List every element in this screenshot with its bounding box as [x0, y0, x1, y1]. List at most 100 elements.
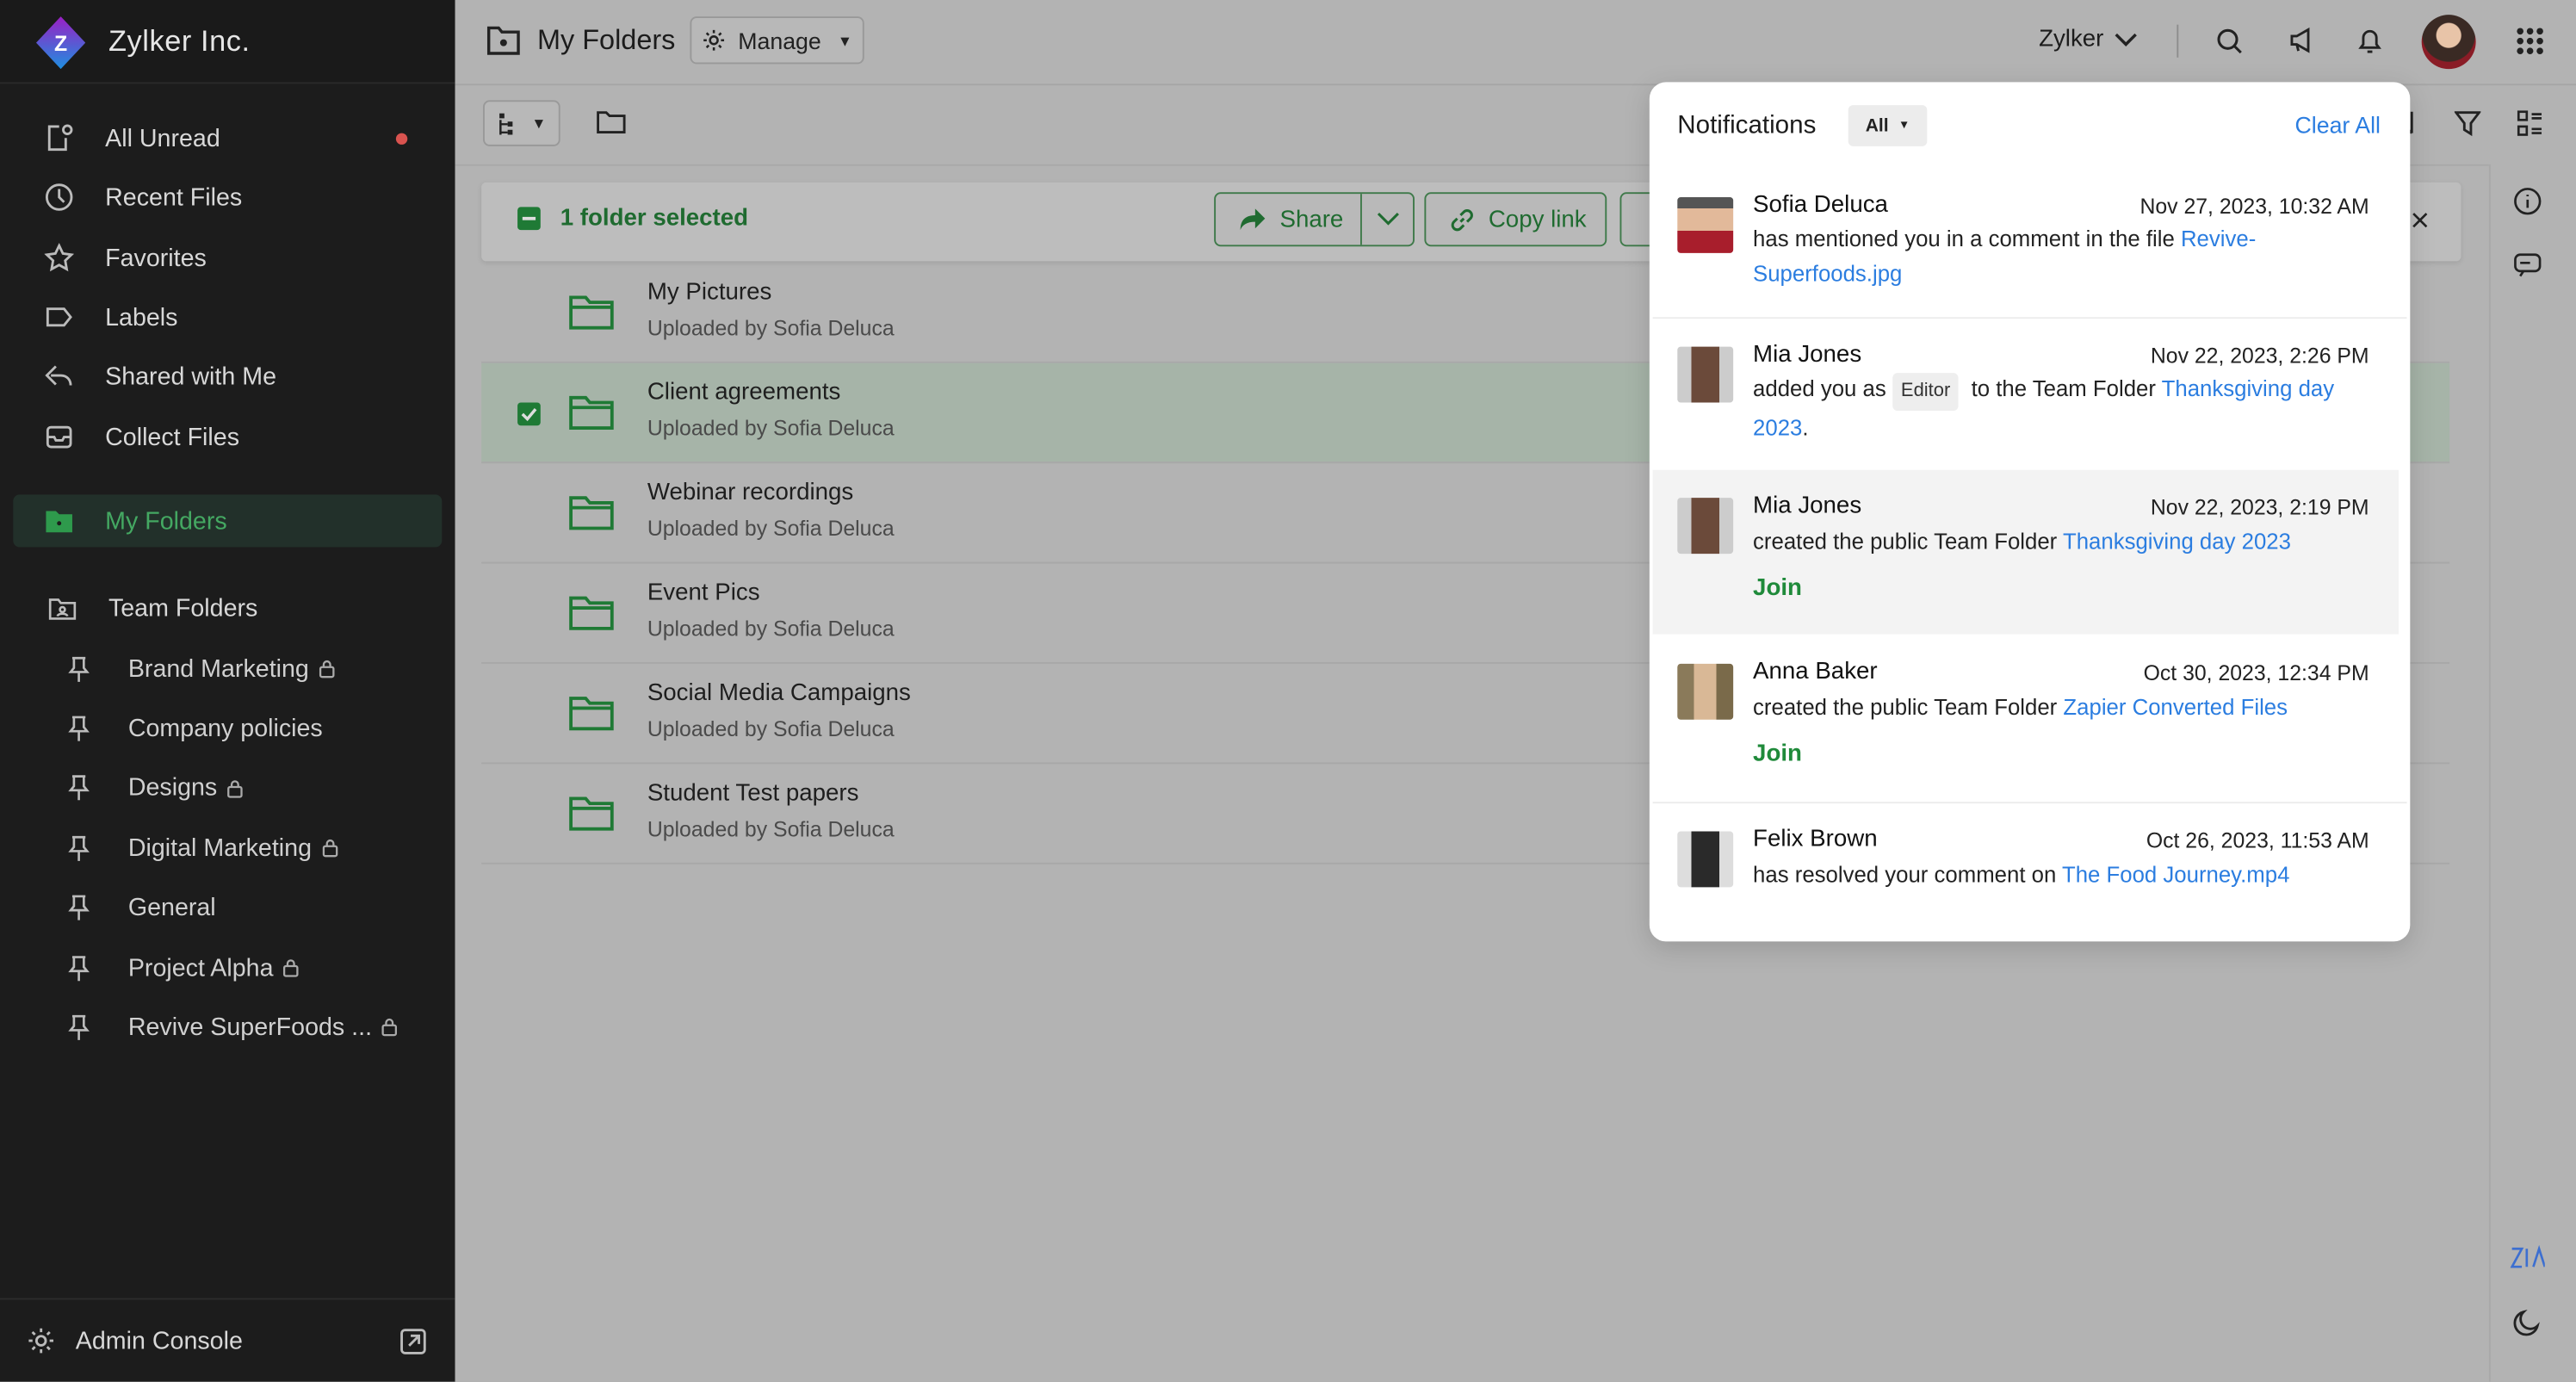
sender-avatar	[1677, 498, 1734, 555]
unread-dot	[395, 133, 408, 145]
deselect-checkbox[interactable]	[517, 207, 541, 231]
sidebar-item-label: Team Folders	[108, 593, 258, 623]
folder-name[interactable]: Social Media Campaigns	[647, 680, 911, 707]
selection-count: 1 folder selected	[560, 205, 749, 232]
sidebar-item-collect-files[interactable]: Collect Files	[13, 411, 442, 463]
gear-icon	[703, 29, 725, 51]
sidebar-team-folder-item[interactable]: Company policies	[65, 703, 323, 753]
filter-icon[interactable]	[2454, 110, 2481, 137]
info-icon[interactable]	[2514, 188, 2542, 215]
notification-item[interactable]: Anna Baker Oct 30, 2023, 12:34 PM create…	[1653, 635, 2399, 800]
pin-icon	[65, 715, 92, 742]
folder-name[interactable]: My Pictures	[647, 279, 772, 306]
folder-link[interactable]: Thanksgiving day 2023	[2063, 529, 2291, 554]
sidebar-item-my-folders[interactable]: My Folders	[13, 494, 443, 548]
sidebar: Z Zylker Inc. All Unread Recent Files Fa…	[0, 0, 455, 1382]
notification-text: created the public Team Folder Zapier Co…	[1753, 695, 2288, 720]
chevron-down-icon	[2115, 33, 2138, 46]
row-checkbox[interactable]	[517, 402, 541, 426]
sidebar-team-folder-item[interactable]: Brand Marketing	[65, 644, 335, 693]
notifications-panel: Notifications All ▼ Clear All Sofia Deluc…	[1649, 82, 2411, 942]
sender-name: Mia Jones	[1753, 493, 1862, 519]
admin-console-label: Admin Console	[75, 1326, 243, 1355]
label-icon	[43, 301, 76, 333]
tree-view-button[interactable]: ▼	[483, 100, 560, 146]
notification-item[interactable]: Mia Jones Nov 22, 2023, 2:26 PM added yo…	[1653, 319, 2399, 468]
team-folder-label: General	[127, 894, 216, 922]
share-button[interactable]: Share	[1214, 192, 1415, 247]
search-icon[interactable]	[2216, 28, 2243, 54]
folder-name[interactable]: Event Pics	[647, 580, 760, 607]
folder-name[interactable]: Student Test papers	[647, 780, 859, 807]
copy-link-button[interactable]: Copy link	[1424, 192, 1607, 247]
zia-assistant-icon[interactable]	[2510, 1244, 2545, 1272]
sidebar-team-folder-item[interactable]: General	[65, 883, 216, 933]
notification-text: created the public Team Folder Thanksgiv…	[1753, 529, 2291, 555]
new-folder-icon[interactable]	[597, 110, 626, 135]
close-selection-icon[interactable]	[2412, 212, 2428, 228]
admin-console[interactable]: Admin Console	[0, 1298, 455, 1381]
manage-label: Manage	[738, 27, 821, 54]
dark-mode-moon-icon[interactable]	[2513, 1310, 2541, 1336]
user-avatar[interactable]	[2421, 15, 2476, 70]
pin-icon	[65, 834, 92, 862]
sidebar-team-folder-item[interactable]: Revive SuperFoods ...	[65, 1003, 398, 1052]
org-name: Zylker Inc.	[108, 24, 251, 58]
workspace-switcher[interactable]: Zylker	[2039, 27, 2138, 53]
tree-icon	[498, 112, 512, 134]
caret-down-icon: ▼	[837, 32, 852, 49]
notification-item[interactable]: Felix Brown Oct 26, 2023, 11:53 AM has r…	[1653, 803, 2399, 935]
sidebar-team-folder-item[interactable]: Digital Marketing	[65, 823, 337, 872]
sidebar-item-favorites[interactable]: Favorites	[13, 232, 442, 284]
lock-icon	[321, 839, 337, 858]
open-external-icon[interactable]	[399, 1328, 427, 1355]
folder-link[interactable]: Zapier Converted Files	[2063, 695, 2288, 720]
pin-icon	[65, 654, 92, 682]
inbox-icon	[43, 420, 76, 453]
folder-name[interactable]: Client agreements	[647, 380, 841, 406]
sidebar-item-shared-with-me[interactable]: Shared with Me	[13, 350, 442, 402]
sidebar-item-recent-files[interactable]: Recent Files	[13, 170, 442, 223]
list-view-icon[interactable]	[2517, 110, 2543, 137]
notification-item[interactable]: Mia Jones Nov 22, 2023, 2:19 PM created …	[1652, 469, 2399, 635]
lock-icon	[283, 957, 300, 977]
folder-icon	[569, 697, 614, 731]
folder-name[interactable]: Webinar recordings	[647, 480, 853, 506]
filter-value: All	[1865, 115, 1889, 136]
folder-uploader: Uploaded by Sofia Deluca	[647, 415, 895, 441]
sidebar-item-label: Collect Files	[105, 423, 240, 451]
bell-icon[interactable]	[2357, 27, 2382, 54]
comments-icon[interactable]	[2514, 253, 2542, 278]
notification-date: Nov 22, 2023, 2:26 PM	[2150, 343, 2369, 369]
lock-icon	[227, 778, 244, 798]
folder-uploader: Uploaded by Sofia Deluca	[647, 616, 895, 641]
share-arrow-icon	[1240, 208, 1266, 231]
join-button[interactable]: Join	[1753, 741, 1802, 768]
announcement-icon[interactable]	[2288, 27, 2316, 54]
manage-button[interactable]: Manage ▼	[690, 16, 864, 65]
sidebar-item-labels[interactable]: Labels	[13, 291, 442, 344]
sender-avatar	[1677, 196, 1734, 253]
sidebar-team-folder-item[interactable]: Designs	[65, 764, 244, 813]
share-options-chevron-icon[interactable]	[1377, 212, 1400, 226]
folder-icon	[569, 596, 614, 630]
link-icon	[1451, 208, 1473, 231]
pin-icon	[65, 894, 92, 921]
notification-item[interactable]: Sofia Deluca Nov 27, 2023, 10:32 AM has …	[1653, 177, 2399, 317]
team-folder-icon	[46, 592, 78, 624]
sidebar-item-all-unread[interactable]: All Unread	[13, 112, 442, 164]
apps-grid-icon[interactable]	[2515, 27, 2544, 56]
notification-filter-dropdown[interactable]: All ▼	[1848, 105, 1928, 146]
copy-link-label: Copy link	[1488, 206, 1587, 233]
sender-name: Mia Jones	[1753, 341, 1862, 369]
notification-text: has mentioned you in a comment in the fi…	[1753, 226, 2257, 287]
pin-icon	[65, 954, 92, 982]
lock-icon	[319, 659, 335, 679]
sidebar-team-folder-item[interactable]: Project Alpha	[65, 943, 300, 992]
file-link[interactable]: The Food Journey.mp4	[2062, 863, 2289, 888]
notification-date: Oct 26, 2023, 11:53 AM	[2146, 827, 2369, 853]
sidebar-team-folders[interactable]: Team Folders	[13, 582, 442, 635]
clear-all-link[interactable]: Clear All	[2294, 112, 2380, 139]
zylker-logo[interactable]: Z	[35, 16, 86, 70]
join-button[interactable]: Join	[1753, 575, 1802, 602]
